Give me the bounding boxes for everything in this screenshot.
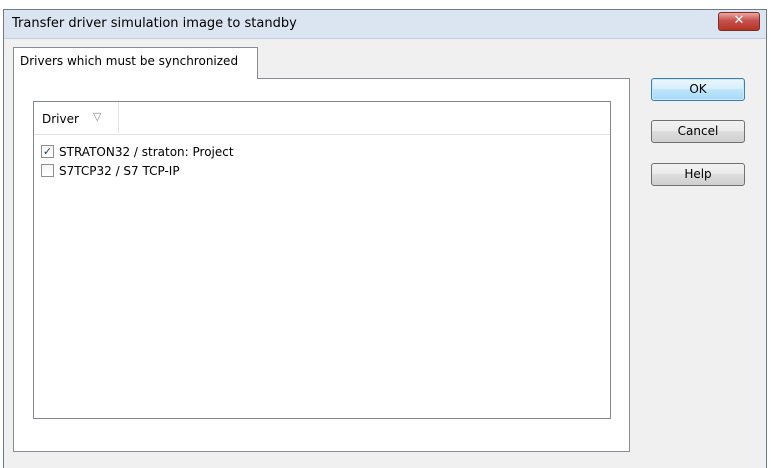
driver-label: STRATON32 / straton: Project xyxy=(59,145,234,159)
column-header-label: Driver xyxy=(42,112,79,126)
checkbox-checked[interactable]: ✓ xyxy=(41,145,54,158)
driver-list[interactable]: Driver ▽ ✓ STRATON32 / straton: Project … xyxy=(33,101,611,419)
cancel-button[interactable]: Cancel xyxy=(651,120,745,143)
window-title: Transfer driver simulation image to stan… xyxy=(12,16,297,31)
tab-label: Drivers which must be synchronized xyxy=(20,54,239,68)
ok-button[interactable]: OK xyxy=(651,78,745,101)
close-button[interactable]: ✕ xyxy=(718,12,760,31)
filter-icon[interactable]: ▽ xyxy=(93,110,101,123)
list-header: Driver ▽ xyxy=(34,102,610,135)
column-header-driver[interactable]: Driver ▽ xyxy=(34,102,119,133)
tab-drivers-synchronized[interactable]: Drivers which must be synchronized xyxy=(13,47,258,79)
help-button[interactable]: Help xyxy=(651,163,745,186)
checkbox-unchecked[interactable] xyxy=(41,164,54,177)
title-bar[interactable]: Transfer driver simulation image to stan… xyxy=(4,10,766,39)
driver-label: S7TCP32 / S7 TCP-IP xyxy=(59,164,180,178)
close-icon: ✕ xyxy=(733,13,745,28)
